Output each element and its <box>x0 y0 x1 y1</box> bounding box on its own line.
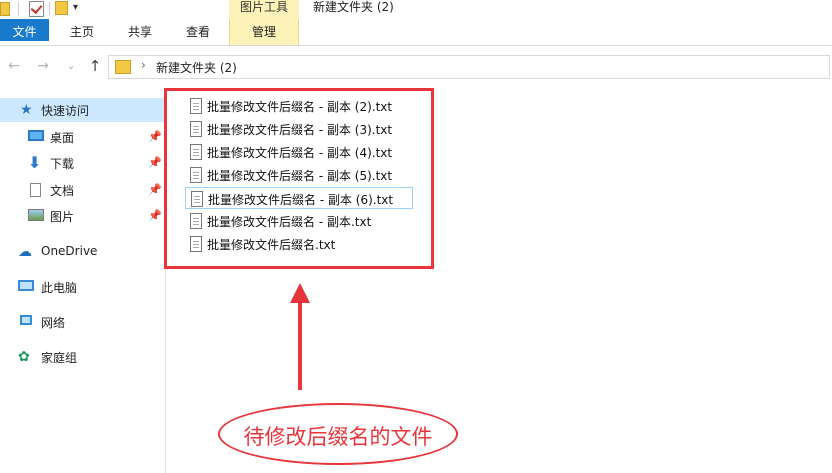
sidebar-item-label: 快速访问 <box>41 104 90 118</box>
pin-icon: 📌 <box>148 156 162 169</box>
sidebar-item-onedrive[interactable]: ☁ OneDrive <box>0 240 165 264</box>
address-path[interactable]: 新建文件夹 (2) <box>156 59 237 76</box>
pin-icon: 📌 <box>148 183 162 196</box>
tab-home[interactable]: 主页 <box>58 19 106 45</box>
forward-arrow-icon[interactable]: → <box>35 57 51 75</box>
arrow-shaft <box>298 300 302 390</box>
up-arrow-icon[interactable]: ↑ <box>87 57 103 75</box>
sidebar-item-label: 文档 <box>50 184 75 198</box>
sidebar-item-downloads[interactable]: ⬇ 下载 📌 <box>0 151 165 175</box>
separator <box>18 2 19 16</box>
sidebar-item-label: 网络 <box>41 316 66 330</box>
sidebar-item-documents[interactable]: 文档 📌 <box>0 178 165 202</box>
highlight-box <box>164 88 434 269</box>
sidebar-item-label: OneDrive <box>41 244 98 258</box>
pictures-icon <box>28 209 44 221</box>
recent-locations-icon[interactable]: ⌄ <box>63 57 79 75</box>
tab-manage[interactable]: 管理 <box>229 19 299 45</box>
title-bar: ▾ 图片工具 新建文件夹 (2) <box>0 0 832 19</box>
navigation-pane: ★ 快速访问 桌面 📌 ⬇ 下载 📌 文档 📌 图片 📌 ☁ OneDrive … <box>0 90 166 473</box>
sidebar-item-label: 图片 <box>50 210 75 224</box>
annotation-callout: 待修改后缀名的文件 <box>218 403 458 465</box>
sidebar-item-this-pc[interactable]: 此电脑 <box>0 275 165 299</box>
ribbon-tabs: 文件 主页 共享 查看 管理 <box>0 19 832 46</box>
window-title: 新建文件夹 (2) <box>313 0 394 14</box>
address-bar[interactable]: › 新建文件夹 (2) <box>108 55 830 79</box>
network-icon <box>20 315 32 325</box>
sidebar-item-label: 此电脑 <box>41 281 78 295</box>
sidebar-item-homegroup[interactable]: ✿ 家庭组 <box>0 345 165 369</box>
desktop-icon <box>28 130 44 141</box>
sidebar-item-desktop[interactable]: 桌面 📌 <box>0 125 165 149</box>
picture-tools-label: 图片工具 <box>229 0 299 19</box>
star-icon: ★ <box>20 102 33 118</box>
tab-view[interactable]: 查看 <box>174 19 222 45</box>
cloud-icon: ☁ <box>18 244 32 260</box>
sidebar-item-pictures[interactable]: 图片 📌 <box>0 204 165 228</box>
annotation-text: 待修改后缀名的文件 <box>243 425 433 449</box>
download-icon: ⬇ <box>28 153 42 172</box>
sidebar-item-label: 家庭组 <box>41 351 78 365</box>
tab-file[interactable]: 文件 <box>0 19 49 41</box>
pin-icon: 📌 <box>148 209 162 222</box>
homegroup-icon: ✿ <box>18 349 30 365</box>
quick-access-dropdown-icon[interactable]: ▾ <box>73 0 85 16</box>
chevron-right-icon[interactable]: › <box>141 58 146 72</box>
sidebar-item-quick-access[interactable]: ★ 快速访问 <box>0 98 165 122</box>
computer-icon <box>18 280 34 291</box>
separator <box>49 2 50 16</box>
sidebar-item-label: 桌面 <box>50 131 75 145</box>
new-folder-icon[interactable] <box>55 1 68 15</box>
folder-icon <box>115 60 131 74</box>
sidebar-item-network[interactable]: 网络 <box>0 310 165 334</box>
pin-icon: 📌 <box>148 130 162 143</box>
address-row: ← → ⌄ ↑ › 新建文件夹 (2) <box>0 53 832 81</box>
document-icon <box>30 183 41 197</box>
back-arrow-icon[interactable]: ← <box>6 57 22 75</box>
sidebar-item-label: 下载 <box>50 157 75 171</box>
tab-share[interactable]: 共享 <box>116 19 164 45</box>
properties-check-icon[interactable] <box>29 1 44 17</box>
folder-icon[interactable] <box>0 2 10 16</box>
